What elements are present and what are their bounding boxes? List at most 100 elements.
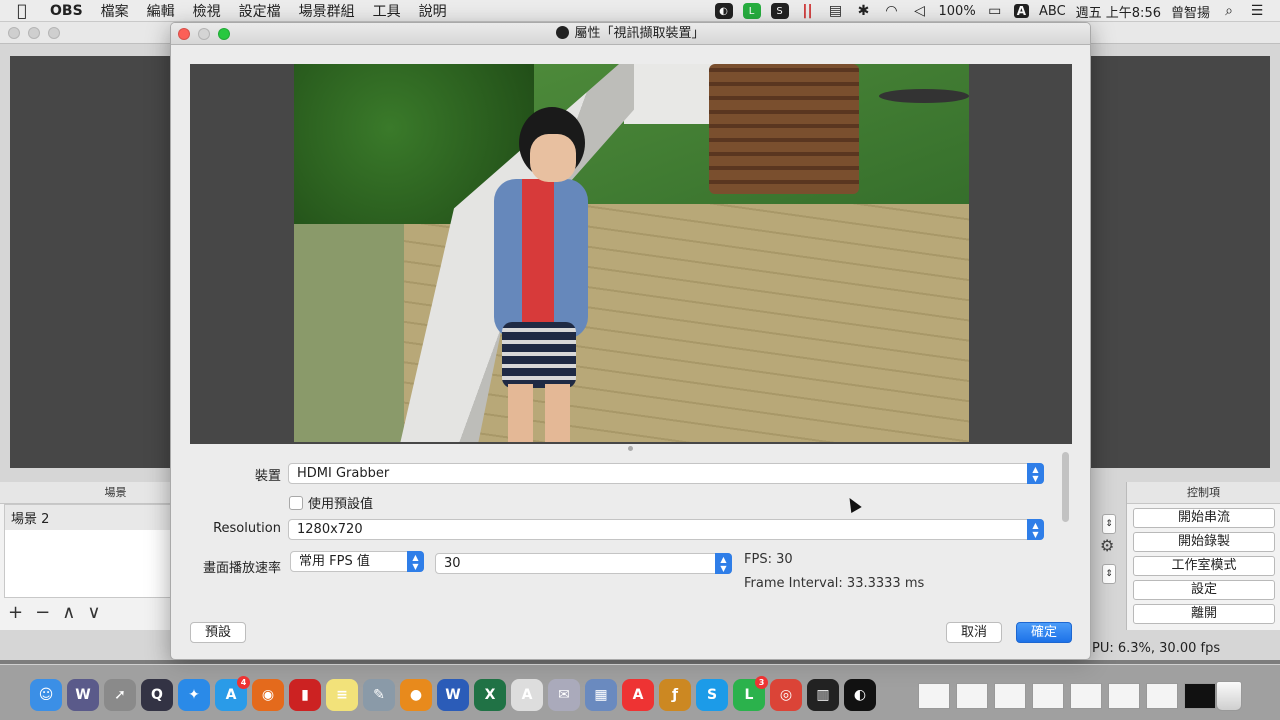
menu-clock[interactable]: 週五 上午8:56 [1076,2,1161,21]
gear-icon[interactable]: ⚙ [1100,536,1114,555]
textedit-icon[interactable]: A [511,679,543,711]
line-icon[interactable]: L3 [733,676,768,711]
menu-tools[interactable]: 工具 [364,1,410,21]
minimized-window-thumbnail[interactable] [1184,683,1216,709]
menu-view[interactable]: 檢視 [184,1,230,21]
minimized-window-thumbnail[interactable] [1146,683,1178,709]
use-preset-row[interactable]: 使用預設值 [289,493,373,512]
select-arrows-icon: ▲ ▼ [715,553,732,574]
word-icon[interactable]: W [437,679,469,711]
ok-button[interactable]: 確定 [1016,622,1072,643]
input-source-icon[interactable]: A [1013,4,1029,18]
minimized-window-thumbnail[interactable] [918,683,950,709]
photo-booth-icon[interactable]: ▮ [289,679,321,711]
obs-tray-icon[interactable]: ◐ [714,3,733,19]
settings-button[interactable]: 設定 [1133,580,1275,600]
notification-center-icon[interactable]: ☰ [1248,3,1266,19]
menu-profile[interactable]: 設定檔 [230,1,290,21]
skype-icon[interactable]: S [696,679,728,711]
resolution-select[interactable]: 1280x720 ▲ ▼ [288,519,1044,540]
input-source-label[interactable]: ABC [1039,4,1066,19]
transition-stepper[interactable]: ⇕ [1102,514,1116,534]
line-tray-icon[interactable]: L [742,3,761,19]
dialog-close-button[interactable] [178,28,190,40]
start-recording-button[interactable]: 開始錄製 [1133,532,1275,552]
menu-edit[interactable]: 編輯 [138,1,184,21]
bluetooth-icon[interactable]: ✱ [855,3,873,19]
volume-icon[interactable]: ◁ [911,3,929,19]
wiznote-icon[interactable]: W [67,679,99,711]
main-minimize-button[interactable] [28,27,40,39]
duration-stepper[interactable]: ⇕ [1102,564,1116,584]
excel-icon[interactable]: X [474,679,506,711]
move-scene-up-button[interactable]: ∧ [62,602,75,623]
piano-icon[interactable]: ▥ [807,679,839,711]
dialog-title: 屬性「視訊擷取裝置」 [574,26,705,41]
fps-info: FPS: 30 [744,552,793,567]
menu-user[interactable]: 曾智揚 [1171,2,1210,21]
wifi-icon[interactable]: ◠ [883,3,901,19]
preview-child-body [494,179,588,339]
spotlight-search-icon[interactable]: ⌕ [1220,3,1238,19]
use-preset-checkbox[interactable] [289,495,303,510]
remove-scene-button[interactable]: − [35,602,50,623]
dialog-zoom-button[interactable] [218,28,230,40]
cancel-button[interactable]: 取消 [946,622,1002,643]
defaults-button[interactable]: 預設 [190,622,246,643]
trash-icon[interactable] [1216,681,1242,711]
device-select[interactable]: HDMI Grabber ▲ ▼ [288,463,1044,484]
menu-app-name[interactable]: OBS [44,3,92,19]
start-streaming-button[interactable]: 開始串流 [1133,508,1275,528]
firefox-icon[interactable]: ◉ [252,679,284,711]
minimized-window-thumbnail[interactable] [1032,683,1064,709]
email-icon[interactable]: ✉ [548,679,580,711]
dialog-minimize-button[interactable] [198,28,210,40]
obs-icon[interactable]: ◐ [844,679,876,711]
menu-file[interactable]: 檔案 [92,1,138,21]
studio-mode-button[interactable]: 工作室模式 [1133,556,1275,576]
fps-value-select[interactable]: 30 ▲ ▼ [435,553,732,574]
splitter-handle[interactable] [628,446,633,451]
minimized-window-thumbnail[interactable] [1070,683,1102,709]
preview-icon[interactable]: ✎ [363,679,395,711]
select-arrows-icon: ▲ ▼ [1027,463,1044,484]
launchpad-icon[interactable]: ➚ [104,679,136,711]
quicktime-icon[interactable]: Q [141,679,173,711]
apple-icon[interactable]:  [0,1,44,20]
properties-scrollbar[interactable] [1062,452,1069,522]
clapper-tray-icon[interactable]: ▤ [827,3,845,19]
controls-header: 控制項 [1127,482,1280,504]
fps-mode-select[interactable]: 常用 FPS 值 ▲ ▼ [290,551,424,572]
dialog-titlebar: 屬性「視訊擷取裝置」 [171,23,1090,45]
finder-icon[interactable]: ☺ [30,679,62,711]
minimized-window-thumbnail[interactable] [1108,683,1140,709]
status-tray: ◐ L S || ▤ ✱ ◠ ◁ 100% ▭ A ABC 週五 上午8:56 … [714,0,1280,22]
app-store-icon[interactable]: A4 [215,676,250,711]
flash-icon[interactable]: ƒ [659,679,691,711]
add-scene-button[interactable]: + [8,602,23,623]
minimized-window-thumbnail[interactable] [994,683,1026,709]
recording-tray-icon[interactable]: || [799,3,817,19]
menu-bar:  OBS 檔案 編輯 檢視 設定檔 場景群組 工具 說明 ◐ L S || ▤… [0,0,1280,22]
status-bar-stats: PU: 6.3%, 30.00 fps [1092,641,1221,656]
main-zoom-button[interactable] [48,27,60,39]
dialog-window-controls [178,28,230,40]
notes-icon[interactable]: ≡ [326,679,358,711]
menu-scene-collection[interactable]: 場景群組 [290,1,364,21]
system-icon[interactable]: ▦ [585,679,617,711]
dock-apps: ☺ W ➚ Q ✦ A 4 ◉ ▮ ≡ ✎ ● W X A ✉ ▦ Aƒ S L 3 ◎ ▥ ◐ [30,676,876,711]
minimized-window-thumbnail[interactable] [956,683,988,709]
menu-help[interactable]: 說明 [410,1,456,21]
dock-minimized-windows [918,683,1216,709]
move-scene-down-button[interactable]: ∨ [87,602,100,623]
exit-button[interactable]: 離開 [1133,604,1275,624]
main-close-button[interactable] [8,27,20,39]
battery-icon[interactable]: ▭ [986,3,1004,19]
safari-icon[interactable]: ✦ [178,679,210,711]
chrome-icon[interactable]: ◎ [770,679,802,711]
fps-mode-value: 常用 FPS 值 [299,554,370,569]
dvd-icon[interactable]: ● [400,679,432,711]
acrobat-icon[interactable]: A [622,679,654,711]
mixer-partial: ⇕ ⚙ ⇕ [1092,510,1126,622]
skype-tray-icon[interactable]: S [770,3,789,19]
